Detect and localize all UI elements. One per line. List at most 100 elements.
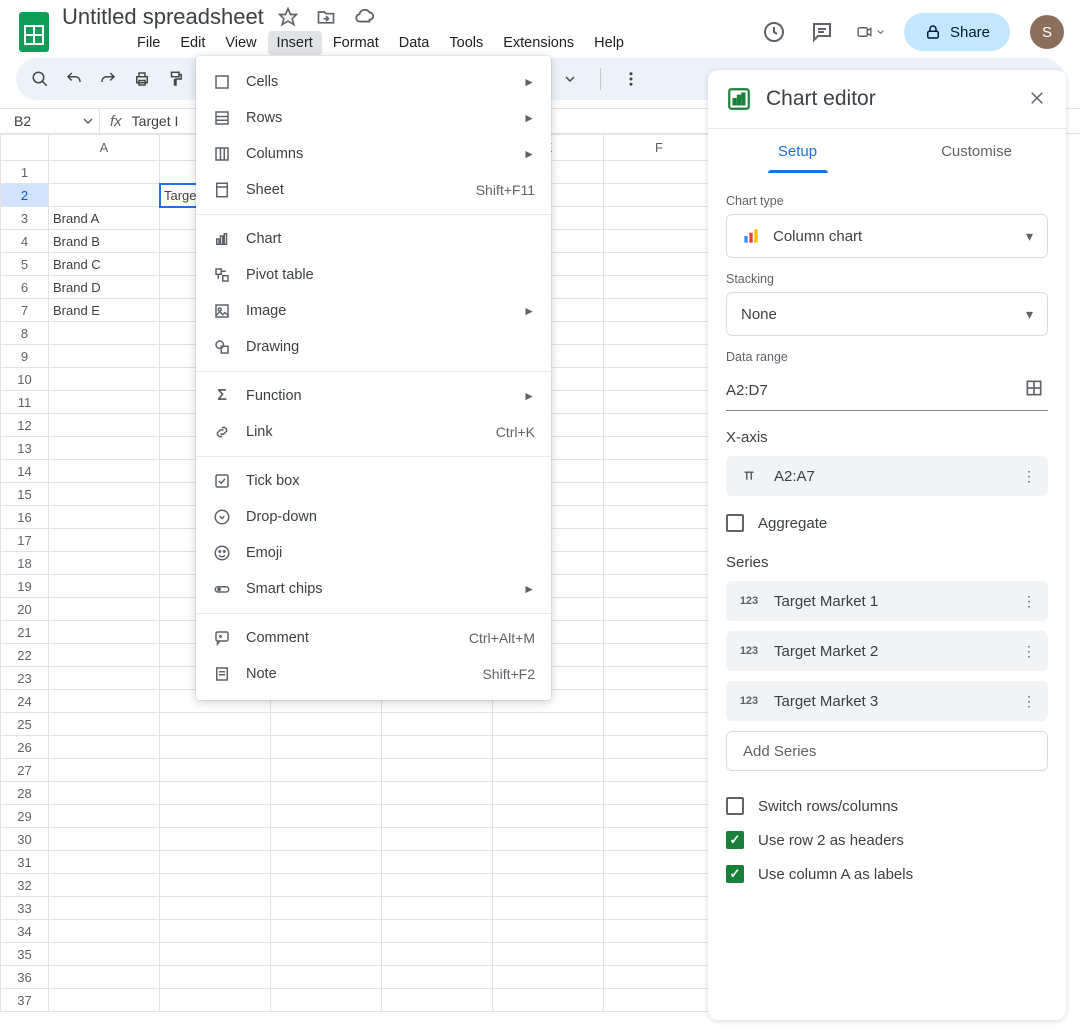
cell[interactable] bbox=[160, 943, 271, 966]
cell[interactable] bbox=[160, 782, 271, 805]
share-button[interactable]: Share bbox=[904, 13, 1010, 51]
cell[interactable] bbox=[49, 943, 160, 966]
cell[interactable] bbox=[493, 874, 604, 897]
cell[interactable] bbox=[382, 713, 493, 736]
cell[interactable] bbox=[493, 713, 604, 736]
cell[interactable] bbox=[604, 368, 715, 391]
cell[interactable] bbox=[271, 874, 382, 897]
cell[interactable] bbox=[493, 966, 604, 989]
insert-tick-box[interactable]: Tick box bbox=[196, 463, 551, 499]
menu-format[interactable]: Format bbox=[324, 31, 388, 55]
cell[interactable]: Brand D bbox=[49, 276, 160, 299]
search-icon[interactable] bbox=[30, 69, 50, 89]
cell[interactable] bbox=[49, 920, 160, 943]
switch-rows-columns-checkbox[interactable]: Switch rows/columns bbox=[726, 789, 1048, 823]
cell[interactable] bbox=[49, 575, 160, 598]
aggregate-checkbox[interactable]: Aggregate bbox=[726, 506, 1048, 540]
chart-type-select[interactable]: Column chart ▾ bbox=[726, 214, 1048, 258]
cell[interactable] bbox=[493, 851, 604, 874]
series-chip[interactable]: 123Target Market 2⋮ bbox=[726, 631, 1048, 671]
name-box[interactable]: B2 bbox=[0, 109, 100, 133]
cell[interactable] bbox=[49, 759, 160, 782]
insert-pivot-table[interactable]: Pivot table bbox=[196, 257, 551, 293]
cell[interactable] bbox=[493, 920, 604, 943]
row-header[interactable]: 25 bbox=[1, 713, 49, 736]
menu-extensions[interactable]: Extensions bbox=[494, 31, 583, 55]
insert-sheet[interactable]: SheetShift+F11 bbox=[196, 172, 551, 208]
cell[interactable] bbox=[160, 713, 271, 736]
cell[interactable] bbox=[493, 828, 604, 851]
insert-drawing[interactable]: Drawing bbox=[196, 329, 551, 365]
cell[interactable] bbox=[49, 414, 160, 437]
cell[interactable] bbox=[493, 989, 604, 1012]
cell[interactable] bbox=[49, 713, 160, 736]
cloud-status-icon[interactable] bbox=[350, 3, 378, 31]
cell[interactable] bbox=[382, 805, 493, 828]
insert-drop-down[interactable]: Drop-down bbox=[196, 499, 551, 535]
select-range-icon[interactable] bbox=[1024, 378, 1048, 402]
cell[interactable] bbox=[493, 759, 604, 782]
cell[interactable] bbox=[604, 644, 715, 667]
cell[interactable] bbox=[49, 552, 160, 575]
row-header[interactable]: 19 bbox=[1, 575, 49, 598]
cell[interactable] bbox=[604, 207, 715, 230]
row-header[interactable]: 21 bbox=[1, 621, 49, 644]
cell[interactable] bbox=[271, 897, 382, 920]
doc-title[interactable]: Untitled spreadsheet bbox=[62, 4, 264, 30]
row-header[interactable]: 26 bbox=[1, 736, 49, 759]
insert-image[interactable]: Image► bbox=[196, 293, 551, 329]
row-header[interactable]: 10 bbox=[1, 368, 49, 391]
cell[interactable] bbox=[49, 989, 160, 1012]
cell[interactable] bbox=[604, 391, 715, 414]
cell[interactable] bbox=[271, 943, 382, 966]
cell[interactable] bbox=[604, 276, 715, 299]
cell[interactable] bbox=[604, 253, 715, 276]
more-vert-icon[interactable]: ⋮ bbox=[1022, 593, 1036, 610]
row-header[interactable]: 18 bbox=[1, 552, 49, 575]
stacking-select[interactable]: None ▾ bbox=[726, 292, 1048, 336]
cell[interactable]: Brand B bbox=[49, 230, 160, 253]
col-header-A[interactable]: A bbox=[49, 135, 160, 161]
cell[interactable] bbox=[271, 736, 382, 759]
insert-link[interactable]: LinkCtrl+K bbox=[196, 414, 551, 450]
cell[interactable] bbox=[604, 805, 715, 828]
cell[interactable] bbox=[271, 966, 382, 989]
row-header[interactable]: 23 bbox=[1, 667, 49, 690]
cell[interactable] bbox=[160, 828, 271, 851]
cell[interactable] bbox=[493, 805, 604, 828]
menu-data[interactable]: Data bbox=[390, 31, 439, 55]
row-header[interactable]: 13 bbox=[1, 437, 49, 460]
cell[interactable] bbox=[49, 851, 160, 874]
cell[interactable] bbox=[49, 874, 160, 897]
row-header[interactable]: 11 bbox=[1, 391, 49, 414]
row-header[interactable]: 9 bbox=[1, 345, 49, 368]
cell[interactable] bbox=[49, 437, 160, 460]
cell[interactable] bbox=[160, 759, 271, 782]
row-header[interactable]: 29 bbox=[1, 805, 49, 828]
insert-cells[interactable]: Cells► bbox=[196, 64, 551, 100]
cell[interactable] bbox=[49, 966, 160, 989]
cell[interactable] bbox=[382, 920, 493, 943]
cell[interactable] bbox=[604, 690, 715, 713]
cell[interactable] bbox=[49, 483, 160, 506]
history-icon[interactable] bbox=[760, 18, 788, 46]
row-header[interactable]: 12 bbox=[1, 414, 49, 437]
cell[interactable] bbox=[49, 805, 160, 828]
account-avatar[interactable]: S bbox=[1030, 15, 1064, 49]
tab-setup[interactable]: Setup bbox=[708, 129, 887, 174]
row-header[interactable]: 22 bbox=[1, 644, 49, 667]
cell[interactable] bbox=[604, 966, 715, 989]
cell[interactable] bbox=[604, 943, 715, 966]
cell[interactable] bbox=[271, 782, 382, 805]
cell[interactable] bbox=[160, 897, 271, 920]
row-header[interactable]: 24 bbox=[1, 690, 49, 713]
formula-input[interactable]: Target I bbox=[132, 113, 179, 129]
col-header-F[interactable]: F bbox=[604, 135, 715, 161]
row-header[interactable]: 30 bbox=[1, 828, 49, 851]
cell[interactable] bbox=[604, 506, 715, 529]
row-header[interactable]: 16 bbox=[1, 506, 49, 529]
use-column-labels-checkbox[interactable]: Use column A as labels bbox=[726, 857, 1048, 891]
insert-note[interactable]: NoteShift+F2 bbox=[196, 656, 551, 692]
cell[interactable] bbox=[604, 828, 715, 851]
insert-columns[interactable]: Columns► bbox=[196, 136, 551, 172]
